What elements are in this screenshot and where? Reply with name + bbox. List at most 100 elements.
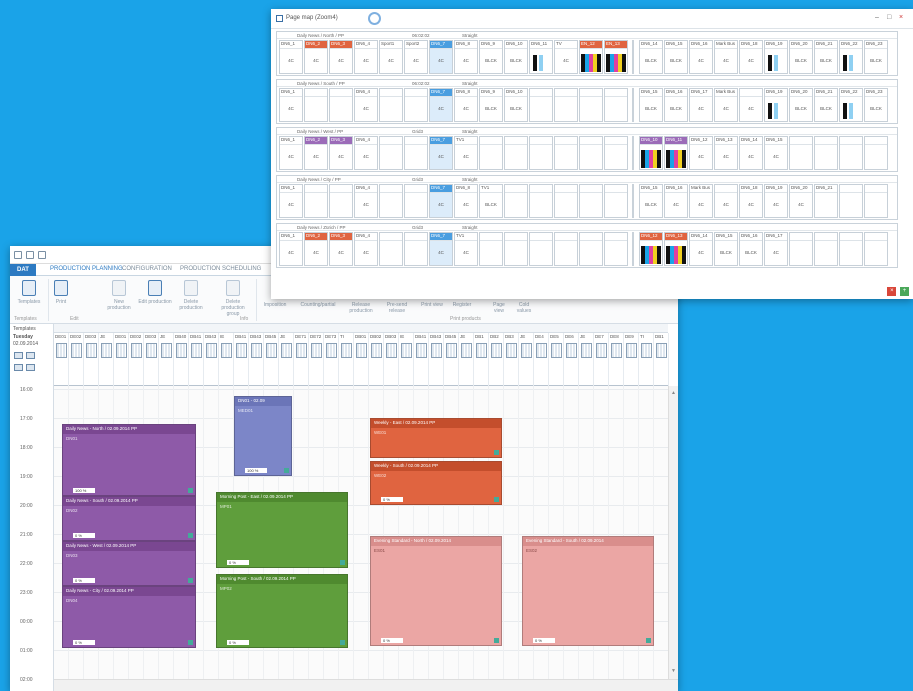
print-button[interactable]: Print — [44, 280, 78, 305]
page-tile[interactable]: DN6_12 — [639, 232, 663, 266]
page-tile[interactable]: DN6_15 BLCK — [664, 40, 688, 74]
page-tile[interactable] — [529, 232, 553, 266]
redo-icon[interactable] — [38, 251, 46, 259]
lane-column[interactable]: DE01 — [114, 333, 129, 386]
page-tile[interactable]: Sport1 4C — [379, 40, 403, 74]
undo-icon[interactable] — [26, 251, 34, 259]
page-tile[interactable]: EN_12 — [579, 40, 603, 74]
page-tile[interactable]: 4C — [739, 88, 763, 122]
production-block[interactable]: Evening Standard - North / 02.09.2014 ES0… — [370, 536, 502, 646]
page-tile[interactable]: DN6_16 BLCK — [664, 88, 688, 122]
lane-column[interactable]: DE72 — [309, 333, 324, 386]
lane-column[interactable]: DE9 — [624, 333, 639, 386]
page-tile[interactable]: DN6_2 4C — [304, 40, 328, 74]
page-tile[interactable] — [504, 232, 528, 266]
page-tile[interactable] — [864, 136, 888, 170]
page-tile[interactable] — [504, 184, 528, 218]
new-production-button[interactable]: New production — [102, 280, 136, 311]
page-tile[interactable] — [789, 232, 813, 266]
save-icon[interactable] — [14, 251, 22, 259]
page-tile[interactable] — [604, 88, 628, 122]
lane-column[interactable]: DE5 — [549, 333, 564, 386]
page-tile[interactable] — [529, 136, 553, 170]
page-tile[interactable]: DN6_13 — [664, 232, 688, 266]
page-tile[interactable] — [554, 232, 578, 266]
page-tile[interactable]: DN6_8 4C — [454, 184, 478, 218]
lane-column[interactable]: JE — [519, 333, 534, 386]
page-tile[interactable]: DN6_19 — [764, 88, 788, 122]
page-tile[interactable]: TV1 BLCK — [479, 184, 503, 218]
lane-column[interactable]: JE — [579, 333, 594, 386]
page-tile[interactable] — [529, 184, 553, 218]
production-block[interactable]: Daily News - North / 02.09.2014 PP DN01 10… — [62, 424, 196, 496]
production-block[interactable]: Daily News - West / 02.09.2014 PP DN03 0 % — [62, 541, 196, 586]
page-tile[interactable]: DN6_11 — [664, 136, 688, 170]
page-tile[interactable] — [839, 136, 863, 170]
page-tile[interactable] — [839, 232, 863, 266]
page-tile[interactable]: DN6_15 BLCK — [714, 232, 738, 266]
page-tile[interactable] — [529, 88, 553, 122]
tab-configuration[interactable]: CONFIGURATION — [122, 266, 172, 272]
page-tile[interactable]: DN6_10 BLCK — [504, 40, 528, 74]
page-tile[interactable]: DN6_8 4C — [454, 88, 478, 122]
counting-button[interactable]: Counting/partial — [296, 302, 340, 308]
page-tile[interactable]: DN6_22 — [839, 40, 863, 74]
page-tile[interactable] — [379, 184, 403, 218]
page-tile[interactable]: DN6_8 4C — [454, 40, 478, 74]
templates-button[interactable]: Templates — [12, 280, 46, 305]
lane-column[interactable]: TI — [639, 333, 654, 386]
page-tile[interactable]: DN6_19 4C — [764, 184, 788, 218]
lane-column[interactable]: DB43 — [204, 333, 219, 386]
lane-column[interactable]: DB2 — [489, 333, 504, 386]
print-view-option[interactable]: Print view — [418, 302, 446, 308]
lane-column[interactable]: DB43 — [249, 333, 264, 386]
page-tile[interactable] — [379, 232, 403, 266]
page-tile[interactable]: DN6_16 BLCK — [739, 232, 763, 266]
page-tile[interactable]: DN6_21 — [814, 184, 838, 218]
lane-column[interactable]: JE — [99, 333, 114, 386]
page-tile[interactable]: DN6_19 — [764, 40, 788, 74]
page-tile[interactable]: EN_13 — [604, 40, 628, 74]
page-tile[interactable]: DN6_16 4C — [664, 184, 688, 218]
page-tile[interactable]: DN6_4 4C — [354, 232, 378, 266]
page-tile[interactable]: Mark Bus 4C — [714, 40, 738, 74]
lane-column[interactable]: DB40 — [174, 333, 189, 386]
page-tile[interactable]: DN6_17 4C — [689, 88, 713, 122]
page-tile[interactable]: DN6_10 BLCK — [504, 88, 528, 122]
page-tile[interactable]: DN6_2 4C — [304, 136, 328, 170]
page-tile[interactable]: DN6_1 4C — [279, 88, 303, 122]
lane-column[interactable]: DE7 — [594, 333, 609, 386]
scroll-up-icon[interactable]: ▲ — [670, 390, 677, 396]
page-tile[interactable] — [864, 184, 888, 218]
release-production-button[interactable]: Release production — [344, 302, 378, 314]
page-tile[interactable]: DN6_14 BLCK — [639, 40, 663, 74]
page-tile[interactable] — [789, 136, 813, 170]
view-grid-icon[interactable] — [14, 352, 23, 359]
lane-column[interactable]: DE6 — [564, 333, 579, 386]
lane-column[interactable]: IE — [219, 333, 234, 386]
vertical-scrollbar[interactable]: ▲ ▼ — [668, 386, 678, 679]
page-tile[interactable]: Mark Bus 4C — [689, 184, 713, 218]
page-tile[interactable]: DN6_20 4C — [789, 184, 813, 218]
page-tile[interactable]: TV 4C — [554, 40, 578, 74]
lane-column[interactable]: DE71 — [294, 333, 309, 386]
page-tile[interactable]: DN6_4 4C — [354, 136, 378, 170]
imposition-button[interactable]: Imposition — [258, 302, 292, 308]
scroll-down-icon[interactable]: ▼ — [670, 668, 677, 674]
page-tile[interactable] — [604, 232, 628, 266]
delete-production-group-button[interactable]: Delete production group — [216, 280, 250, 317]
minimize-button[interactable]: – — [875, 14, 879, 21]
page-tile[interactable]: DN6_23 BLCK — [864, 88, 888, 122]
page-tile[interactable]: DN6_20 BLCK — [789, 88, 813, 122]
lane-column[interactable]: DE03 — [84, 333, 99, 386]
lane-column[interactable]: DB02 — [369, 333, 384, 386]
cancel-icon[interactable]: × — [887, 287, 897, 296]
page-tile[interactable]: DN6_21 BLCK — [814, 40, 838, 74]
lane-column[interactable]: DE8 — [609, 333, 624, 386]
lane-column[interactable]: IE — [399, 333, 414, 386]
add-icon[interactable]: + — [900, 287, 909, 296]
page-tile[interactable]: TV1 4C — [454, 232, 478, 266]
view-grid-icon[interactable] — [26, 352, 35, 359]
page-tile[interactable]: DN6_18 4C — [739, 40, 763, 74]
page-tile[interactable] — [404, 232, 428, 266]
